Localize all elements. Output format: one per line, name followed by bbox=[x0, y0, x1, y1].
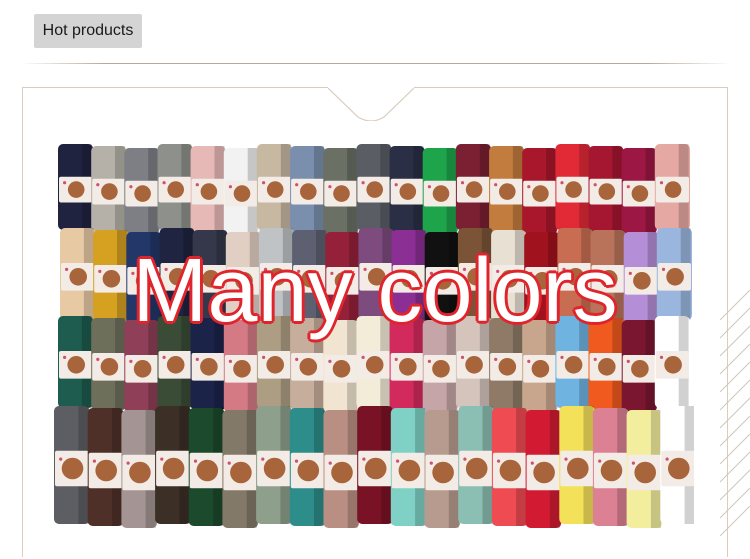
scarf-roll bbox=[522, 148, 558, 234]
scarf-roll bbox=[222, 410, 259, 528]
scarf-roll bbox=[188, 408, 225, 526]
header-divider bbox=[20, 63, 732, 64]
scarf-roll bbox=[155, 406, 191, 524]
scarf-roll bbox=[289, 408, 326, 526]
many-colors-caption: Many colors bbox=[132, 241, 618, 341]
scarf-roll bbox=[390, 408, 427, 526]
scarf-roll bbox=[621, 148, 657, 234]
hot-products-badge: Hot products bbox=[34, 14, 142, 48]
scarf-roll bbox=[422, 148, 458, 234]
scarf-roll bbox=[323, 148, 359, 234]
frame-notch bbox=[328, 87, 414, 121]
scarf-roll bbox=[654, 144, 690, 230]
scarf-roll bbox=[660, 406, 694, 524]
scarf-roll bbox=[54, 406, 90, 524]
scarf-roll bbox=[157, 144, 193, 230]
scarf-roll bbox=[592, 408, 629, 526]
scarf-roll bbox=[491, 408, 528, 526]
scarf-roll bbox=[223, 148, 259, 234]
scarf-roll bbox=[626, 410, 663, 528]
scarf-roll bbox=[356, 144, 392, 230]
scarf-roll bbox=[58, 144, 94, 230]
scarf-roll bbox=[424, 410, 461, 528]
scarf-roll bbox=[489, 146, 525, 232]
scarf-roll bbox=[121, 410, 158, 528]
scarf-roll bbox=[555, 144, 591, 230]
scarf-roll bbox=[190, 146, 226, 232]
scarf-roll bbox=[323, 410, 360, 528]
scarf-roll bbox=[458, 406, 494, 524]
scarf-roll bbox=[91, 146, 127, 232]
scarf-roll bbox=[588, 146, 624, 232]
hot-products-label: Hot products bbox=[42, 22, 134, 39]
scarf-roll bbox=[87, 408, 124, 526]
scarf-roll bbox=[525, 410, 562, 528]
scarf-roll bbox=[290, 146, 326, 232]
scarf-roll bbox=[455, 144, 492, 230]
scarf-roll bbox=[124, 148, 160, 234]
scarf-roll bbox=[256, 144, 293, 230]
scarf-roll bbox=[389, 146, 425, 232]
scarf-roll bbox=[559, 406, 595, 524]
scarf-roll bbox=[256, 406, 292, 524]
scarf-roll bbox=[357, 406, 393, 524]
